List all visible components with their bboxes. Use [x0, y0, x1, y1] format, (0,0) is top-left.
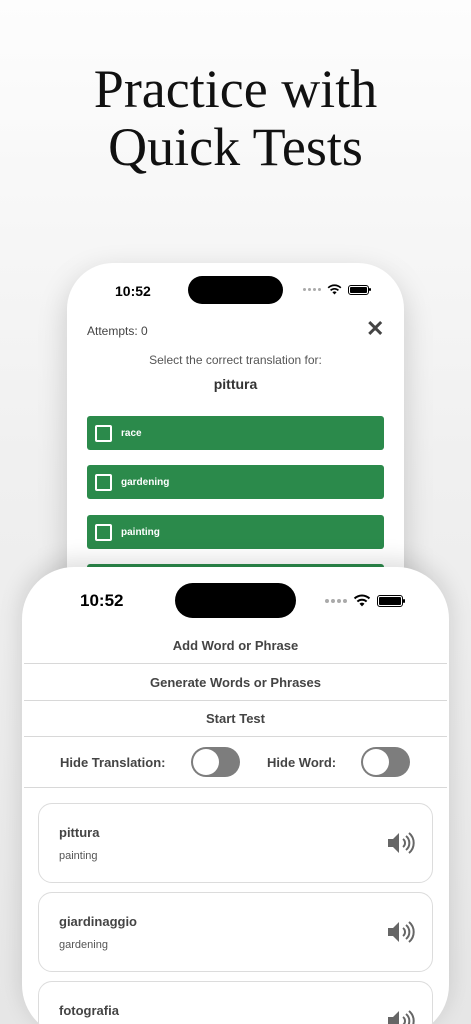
word-text: giardinaggio — [59, 914, 137, 929]
word-card[interactable]: fotografia — [38, 981, 433, 1024]
answer-option-label: gardening — [121, 476, 170, 488]
status-time: 10:52 — [80, 591, 124, 610]
hide-translation-toggle[interactable] — [191, 747, 240, 777]
word-text: pittura — [59, 825, 100, 840]
signal-icon — [303, 288, 321, 291]
speaker-icon[interactable] — [387, 1009, 415, 1024]
answer-option-label: race — [121, 427, 142, 439]
battery-icon — [348, 284, 371, 295]
toggles-row: Hide Translation: Hide Word: — [24, 738, 447, 788]
status-icons — [303, 284, 371, 295]
speaker-icon[interactable] — [387, 831, 415, 855]
quiz-prompt: Select the correct translation for: — [149, 353, 322, 367]
checkbox-icon — [95, 473, 112, 491]
word-card[interactable]: pittura painting — [38, 803, 433, 883]
toggle-knob — [363, 749, 389, 775]
close-icon[interactable]: ✕ — [366, 316, 384, 342]
hide-word-label: Hide Word: — [267, 755, 337, 770]
attempts-counter: Attempts: 0 — [87, 324, 148, 338]
translation-text: gardening — [59, 939, 108, 951]
hide-translation-label: Hide Translation: — [60, 755, 166, 770]
answer-option[interactable]: race — [87, 416, 384, 450]
status-icons — [325, 594, 405, 607]
headline-line-1: Practice with — [93, 59, 378, 119]
start-test-button[interactable]: Start Test — [24, 701, 447, 737]
speaker-icon[interactable] — [387, 920, 415, 944]
quiz-word: pittura — [213, 376, 258, 392]
dynamic-island — [188, 276, 283, 304]
wifi-icon — [327, 284, 342, 295]
word-card[interactable]: giardinaggio gardening — [38, 892, 433, 972]
toggle-knob — [193, 749, 219, 775]
answer-option[interactable]: painting — [87, 515, 384, 549]
translation-text: painting — [59, 850, 98, 862]
hide-word-toggle[interactable] — [361, 747, 410, 777]
wifi-icon — [353, 594, 371, 607]
headline-line-2: Quick Tests — [108, 117, 363, 177]
headline: Practice with Quick Tests — [0, 60, 471, 176]
status-time: 10:52 — [115, 283, 151, 299]
signal-icon — [325, 598, 347, 603]
answer-option[interactable]: gardening — [87, 465, 384, 499]
add-word-button[interactable]: Add Word or Phrase — [24, 628, 447, 664]
dynamic-island — [175, 583, 296, 618]
battery-icon — [377, 594, 405, 607]
generate-words-button[interactable]: Generate Words or Phrases — [24, 665, 447, 701]
word-list-phone: 10:52 Add Word or Phrase Generate Words … — [22, 567, 449, 1024]
word-text: fotografia — [59, 1003, 119, 1018]
checkbox-icon — [95, 424, 112, 442]
checkbox-icon — [95, 523, 112, 541]
answer-option-label: painting — [121, 526, 160, 538]
